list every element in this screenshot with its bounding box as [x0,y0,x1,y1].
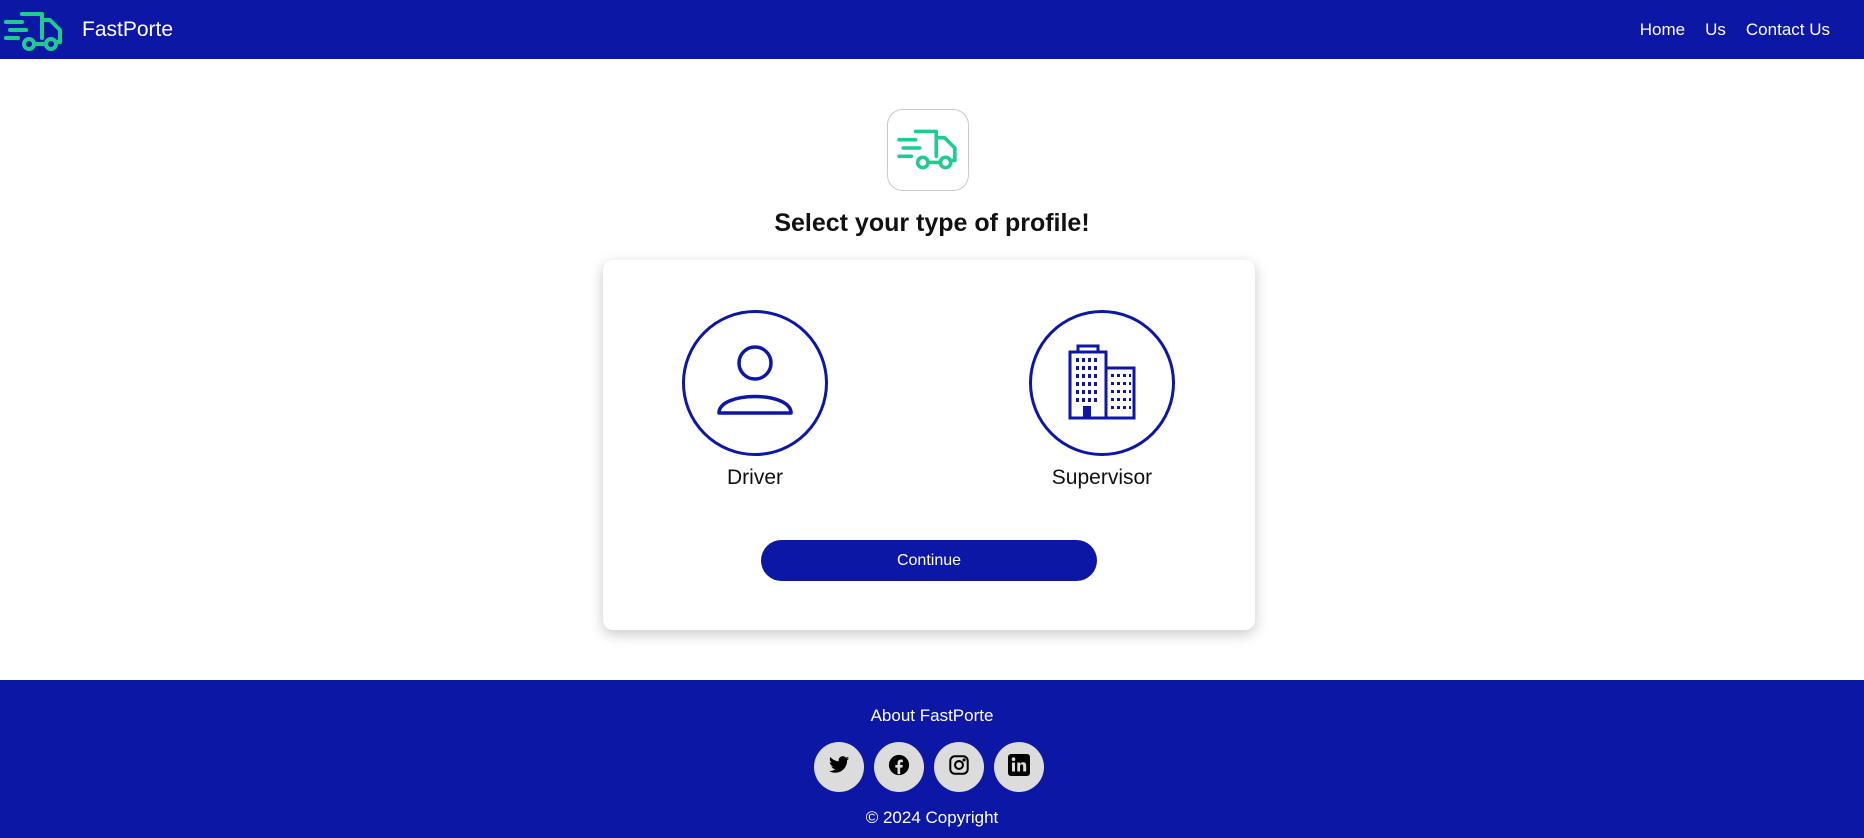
main-content: Select your type of profile! Driver Supe… [0,59,1864,680]
delivery-truck-icon [897,125,959,176]
twitter-button[interactable] [814,742,864,792]
delivery-truck-icon [4,8,64,52]
instagram-icon [948,754,970,781]
nav-home-link[interactable]: Home [1630,20,1695,40]
supervisor-option[interactable]: Supervisor [1002,310,1202,490]
footer-about-link[interactable]: About FastPorte [0,706,1864,726]
profile-selection-card: Driver Supervisor Continue [603,260,1255,630]
page-title: Select your type of profile! [774,209,1090,237]
supervisor-label: Supervisor [1051,466,1153,489]
top-navbar: FastPorte Home Us Contact Us [0,0,1864,59]
nav-us-link[interactable]: Us [1695,20,1736,40]
linkedin-icon [1007,753,1031,782]
person-icon [713,339,797,428]
facebook-icon [888,754,910,781]
instagram-button[interactable] [934,742,984,792]
copyright-text: © 2024 Copyright [865,808,999,827]
brand[interactable]: FastPorte [4,8,173,52]
driver-option-circle[interactable] [682,310,828,456]
driver-option[interactable]: Driver [655,310,855,490]
footer: About FastPorte © 2024 Copyright [0,680,1864,838]
linkedin-button[interactable] [994,742,1044,792]
twitter-icon [828,754,850,781]
social-links [814,742,1044,792]
driver-label: Driver [727,466,783,489]
facebook-button[interactable] [874,742,924,792]
supervisor-option-circle[interactable] [1029,310,1175,456]
app-logo-tile [887,109,969,191]
buildings-icon [1066,342,1138,425]
nav-contact-us-link[interactable]: Contact Us [1736,20,1840,40]
brand-name: FastPorte [82,17,174,41]
nav-links: Home Us Contact Us [1630,20,1840,40]
continue-button[interactable]: Continue [761,540,1097,581]
